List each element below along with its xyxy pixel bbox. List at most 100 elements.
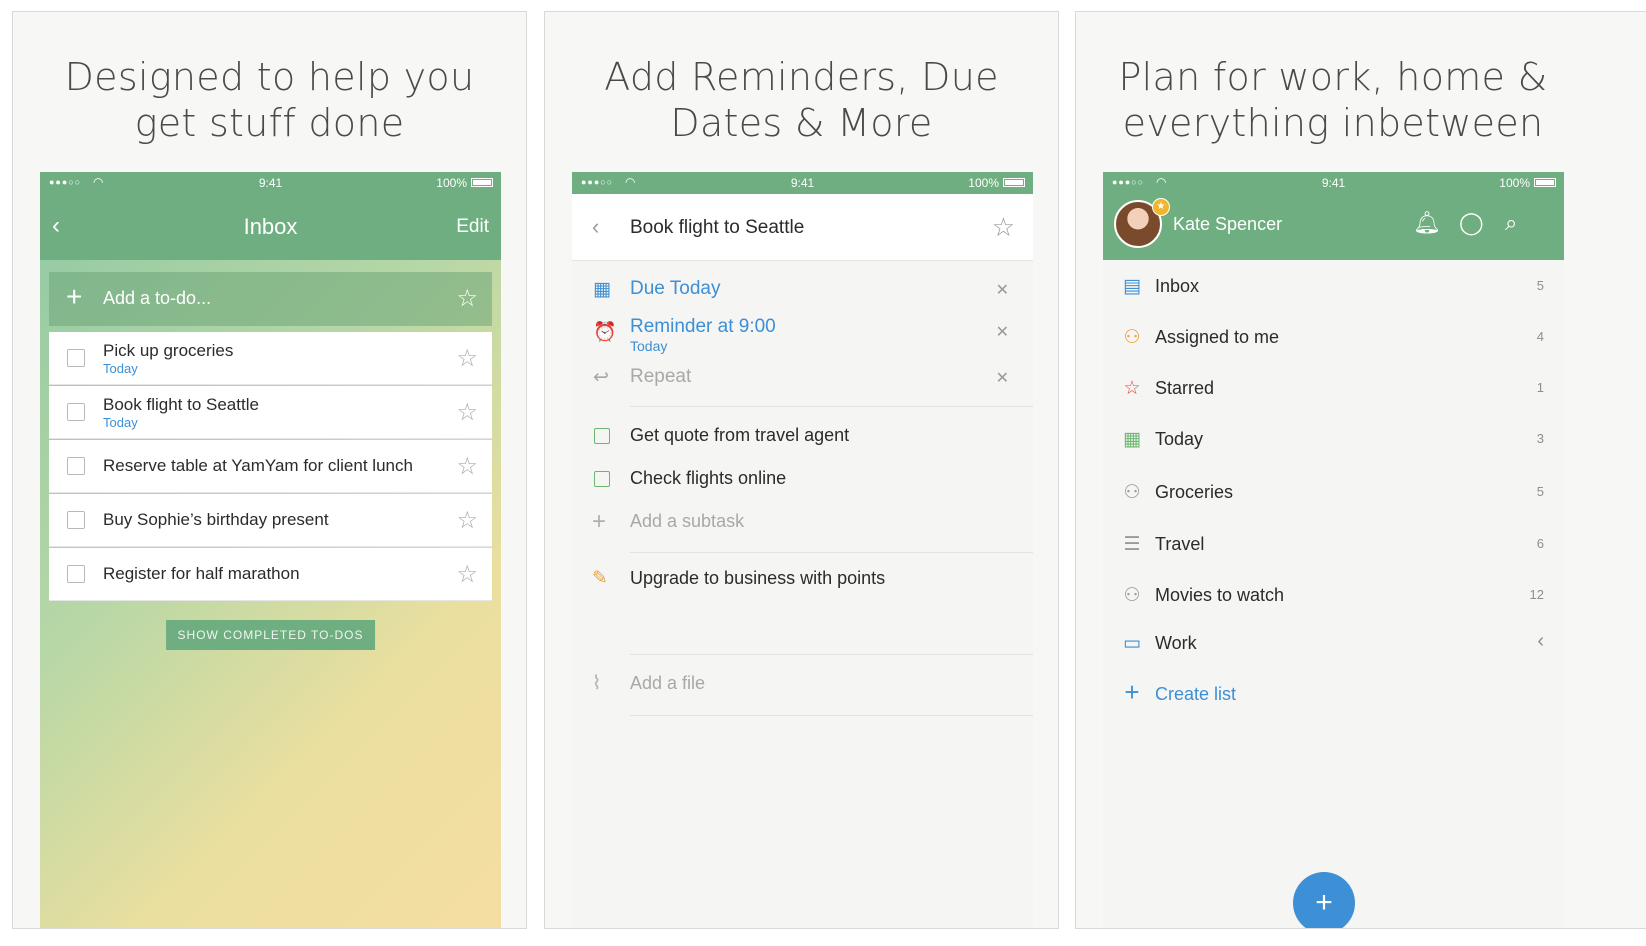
bell-icon[interactable]: 🔔︎ <box>1413 210 1441 236</box>
star-outline-icon[interactable]: ☆ <box>456 506 478 535</box>
subtask-row[interactable]: Get quote from travel agent <box>572 422 1033 452</box>
task-row[interactable]: Book flight to Seattle Today ☆ <box>49 386 492 439</box>
list-count: 5 <box>1536 484 1544 499</box>
lists-header: ★ Kate Spencer 🔔︎ ◯ ⌕ <box>1103 194 1564 260</box>
plus-icon: + <box>592 508 607 535</box>
pencil-icon: ✎ <box>592 568 608 589</box>
headline-3-line-2: everything inbetween <box>1122 101 1544 145</box>
screenshot-card-1: Designed to help you get stuff done ●●●○… <box>12 11 527 929</box>
add-subtask-input[interactable]: Add a subtask <box>630 511 744 532</box>
reminder-row[interactable]: ⏰ Reminder at 9:00 Today ✕ <box>572 316 1033 360</box>
user-name[interactable]: Kate Spencer <box>1173 214 1282 235</box>
list-item-travel[interactable]: ☰ Travel 6 <box>1103 525 1564 565</box>
task-due: Today <box>103 361 138 376</box>
task-title[interactable]: Book flight to Seattle <box>630 217 804 239</box>
phone-inbox: ●●●○○ ◠ 9:41 100% ‹ Inbox Edit + Add a t… <box>40 172 501 928</box>
divider <box>630 654 1033 655</box>
paperclip-icon: ⌇ <box>592 673 602 694</box>
note-row[interactable]: ✎ Upgrade to business with points <box>572 565 1033 595</box>
repeat-label: Repeat <box>630 366 692 387</box>
status-time: 9:41 <box>790 176 815 190</box>
remove-due-icon[interactable]: ✕ <box>996 280 1009 300</box>
star-outline-icon[interactable]: ☆ <box>992 212 1015 243</box>
add-fab-button[interactable]: + <box>1293 872 1355 928</box>
subtask-row[interactable]: Check flights online <box>572 465 1033 495</box>
status-time: 9:41 <box>258 176 283 190</box>
chat-icon[interactable]: ◯ <box>1459 210 1484 236</box>
headline-2: Add Reminders, Due Dates & More <box>545 54 1058 146</box>
list-item-groceries[interactable]: ⚇ Groceries 5 <box>1103 473 1564 513</box>
checkbox-icon[interactable] <box>67 457 85 475</box>
chevron-left-icon[interactable]: ‹ <box>1537 630 1544 653</box>
list-count: 4 <box>1536 329 1544 344</box>
checkbox-icon[interactable] <box>67 403 85 421</box>
battery-percent: 100% <box>1499 176 1530 190</box>
headline-2-line-1: Add Reminders, Due <box>604 55 999 99</box>
battery-percent: 100% <box>968 176 999 190</box>
star-outline-icon[interactable]: ☆ <box>456 452 478 481</box>
status-bar: ●●●○○ ◠ 9:41 100% <box>1103 172 1564 194</box>
star-outline-icon[interactable]: ☆ <box>456 398 478 427</box>
star-outline-icon[interactable]: ☆ <box>456 284 478 313</box>
headline-3-line-1: Plan for work, home & <box>1118 55 1548 99</box>
phone-lists: ●●●○○ ◠ 9:41 100% ★ Kate Spencer 🔔︎ ◯ ⌕ … <box>1103 172 1564 928</box>
list-item-starred[interactable]: ☆ Starred 1 <box>1103 369 1564 409</box>
add-subtask-row[interactable]: + Add a subtask <box>572 508 1033 538</box>
add-todo-bar[interactable]: + Add a to-do... ☆ <box>49 272 492 326</box>
checkbox-icon[interactable] <box>67 349 85 367</box>
pro-badge-icon: ★ <box>1152 198 1170 216</box>
battery-icon <box>471 178 493 187</box>
task-row[interactable]: Reserve table at YamYam for client lunch… <box>49 440 492 493</box>
list-item-today[interactable]: ▦ Today 3 <box>1103 420 1564 460</box>
task-name: Register for half marathon <box>103 564 300 583</box>
list-name: Assigned to me <box>1155 327 1280 347</box>
list-item-movies[interactable]: ⚇ Movies to watch 12 <box>1103 576 1564 616</box>
star-outline-icon[interactable]: ☆ <box>456 344 478 373</box>
status-bar: ●●●○○ ◠ 9:41 100% <box>40 172 501 194</box>
subtask-checkbox-icon[interactable] <box>594 428 610 444</box>
note-text: Upgrade to business with points <box>630 568 886 588</box>
task-due: Today <box>103 415 138 430</box>
people-icon: ⚇ <box>1123 482 1141 503</box>
checkbox-icon[interactable] <box>67 565 85 583</box>
add-file-row[interactable]: ⌇ Add a file <box>572 670 1033 700</box>
calendar-icon: ▦ <box>593 279 611 300</box>
repeat-row[interactable]: ↩ Repeat ✕ <box>572 362 1033 396</box>
star-outline-icon: ☆ <box>1123 378 1141 399</box>
list-name: Groceries <box>1155 482 1234 502</box>
task-name: Pick up groceries <box>103 341 234 360</box>
list-item-inbox[interactable]: ▤ Inbox 5 <box>1103 267 1564 307</box>
subtask-checkbox-icon[interactable] <box>594 471 610 487</box>
remove-reminder-icon[interactable]: ✕ <box>996 322 1009 342</box>
search-icon[interactable]: ⌕ <box>1505 210 1517 236</box>
divider <box>630 406 1033 407</box>
list-name: Work <box>1155 633 1197 653</box>
battery-icon <box>1003 178 1025 187</box>
task-row[interactable]: Register for half marathon ☆ <box>49 548 492 601</box>
list-count: 5 <box>1536 278 1544 293</box>
star-outline-icon[interactable]: ☆ <box>456 560 478 589</box>
detail-header: ‹ Book flight to Seattle ☆ <box>572 194 1033 261</box>
people-icon: ⚇ <box>1123 585 1141 606</box>
list-name: Movies to watch <box>1155 585 1285 605</box>
person-icon: ⚇ <box>1123 327 1141 348</box>
task-row[interactable]: Buy Sophie’s birthday present ☆ <box>49 494 492 547</box>
list-item-assigned[interactable]: ⚇ Assigned to me 4 <box>1103 318 1564 358</box>
edit-button[interactable]: Edit <box>456 216 489 238</box>
plus-icon: + <box>66 281 83 312</box>
create-list-row[interactable]: + Create list <box>1103 675 1564 715</box>
inbox-navbar: ‹ Inbox Edit <box>40 194 501 260</box>
inbox-icon: ▤ <box>1123 276 1141 297</box>
remove-repeat-icon[interactable]: ✕ <box>996 368 1009 388</box>
phone-task-detail: ●●●○○ ◠ 9:41 100% ‹ Book flight to Seatt… <box>572 172 1033 928</box>
back-chevron-icon[interactable]: ‹ <box>592 214 599 240</box>
headline-3: Plan for work, home & everything inbetwe… <box>1076 54 1590 146</box>
task-row[interactable]: Pick up groceries Today ☆ <box>49 332 492 385</box>
checkbox-icon[interactable] <box>67 511 85 529</box>
subtask-label: Get quote from travel agent <box>630 425 850 445</box>
add-todo-input[interactable]: Add a to-do... <box>103 288 211 309</box>
alarm-icon: ⏰ <box>593 322 617 343</box>
due-date-row[interactable]: ▦ Due Today ✕ <box>572 274 1033 308</box>
show-completed-button[interactable]: SHOW COMPLETED TO-DOS <box>165 620 376 650</box>
list-item-work[interactable]: ▭ Work ‹ <box>1103 624 1564 664</box>
